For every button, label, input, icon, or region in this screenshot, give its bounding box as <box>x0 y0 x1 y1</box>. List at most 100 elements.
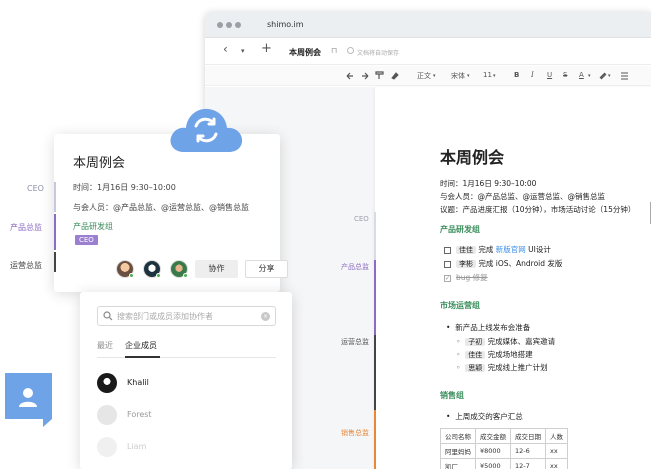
role-bar <box>374 212 376 260</box>
sub-bullet-item: ◦ 子初 完成媒体、嘉宾邀请 <box>456 337 556 346</box>
sub-bullet-item: ◦ 佳佳 完成场地搭建 <box>456 350 533 359</box>
cloud-sync-icon <box>170 108 243 152</box>
sales-table[interactable]: 公司名称 成交金额 成交日期 人数 阿里妈妈 ¥8000 12-6 xx 凯厂 ¥5000 12… <box>440 428 568 469</box>
checkbox-checked[interactable]: ✓ <box>444 274 451 282</box>
font-family-select[interactable]: 宋体 <box>451 71 465 81</box>
outer-role-label-ops: 运营总监 <box>10 261 42 270</box>
avatar <box>97 373 117 393</box>
chevron-down-icon: ▾ <box>608 73 611 79</box>
task-item: 李彬 完成 iOS、Android 发版 <box>444 258 562 269</box>
text-color-button[interactable]: A <box>579 71 584 79</box>
window-minimize-dot[interactable] <box>226 22 232 28</box>
window-close-dot[interactable] <box>217 22 223 28</box>
bullet-item: • 新产品上线发布会准备 <box>446 323 531 332</box>
contact-icon <box>5 373 52 427</box>
member-name[interactable]: Khalil <box>127 378 149 387</box>
task-item: 佳佳 完成 新版官网 UI设计 <box>444 244 551 255</box>
task-item-done: ✓ bug 修复 <box>444 273 488 282</box>
underline-button[interactable]: U <box>547 71 552 79</box>
sub-bullet-item: ◦ 思颖 完成线上推广计划 <box>456 363 548 372</box>
clear-format-icon[interactable] <box>390 71 399 80</box>
tab-recent[interactable]: 最近 <box>97 340 113 351</box>
avatar <box>97 405 117 425</box>
online-indicator <box>183 273 188 278</box>
italic-button[interactable]: I <box>531 71 534 79</box>
mention-tag[interactable]: 佳佳 <box>456 246 476 254</box>
format-toolbar: 正文 ▾ 宋体 ▾ 11 ▾ B I U S A ▾ ▾ <box>205 66 651 86</box>
doc-time: 时间：1月16日 9:30–10:00 <box>440 179 537 188</box>
card-bar <box>54 214 56 250</box>
stage: shimo.im ‹ ▾ + 本周例会 ⊓ 文档将自动保存 正文 ▾ 宋体 ▾ … <box>0 0 651 469</box>
search-input[interactable]: 搜索部门或成员添加协作者 × <box>97 306 276 326</box>
online-indicator <box>129 273 134 278</box>
role-label-sales: 销售总监 <box>341 429 369 437</box>
browser-titlebar: shimo.im <box>205 12 651 38</box>
format-painter-icon[interactable] <box>375 71 384 80</box>
bookmark-icon[interactable]: ⊓ <box>331 46 337 55</box>
back-icon[interactable]: ‹ <box>223 42 228 56</box>
checkbox[interactable] <box>444 246 451 254</box>
role-bar <box>374 410 376 469</box>
section-heading-sales: 销售组 <box>440 391 464 400</box>
mention-tag[interactable]: 佳佳 <box>465 351 486 359</box>
clear-icon[interactable]: × <box>261 312 270 321</box>
mention-tag[interactable]: 李彬 <box>456 260 476 268</box>
member-name[interactable]: Liam <box>127 442 146 451</box>
card-title: 本周例会 <box>73 156 126 171</box>
role-bar <box>374 335 376 410</box>
strikethrough-button[interactable]: S <box>563 71 567 79</box>
avatar <box>97 437 117 457</box>
collaborator-dropdown: 搜索部门或成员添加协作者 × 最近 企业成员 Khalil Forest Lia… <box>80 292 292 469</box>
bullet-item: • 上周成交的客户汇总 <box>446 412 523 421</box>
chevron-down-icon: ▾ <box>467 73 470 79</box>
card-attendees: 与会人员：@产品总监、@运营总监、@销售总监 <box>73 203 249 212</box>
card-bar <box>54 182 56 212</box>
add-icon[interactable]: + <box>261 41 272 56</box>
list-icon[interactable] <box>620 71 629 80</box>
font-size-select[interactable]: 11 <box>483 71 492 79</box>
table-row: 凯厂 ¥5000 12-7 xx <box>440 458 568 469</box>
search-placeholder: 搜索部门或成员添加协作者 <box>117 312 213 321</box>
share-button[interactable]: 分享 <box>245 260 288 278</box>
chevron-down-icon: ▾ <box>493 73 496 79</box>
card-time: 时间：1月16日 9:30–10:00 <box>73 183 176 192</box>
outer-role-label-ceo: CEO <box>27 184 44 193</box>
table-row: 阿里妈妈 ¥8000 12-6 xx <box>440 443 568 459</box>
address-bar[interactable]: shimo.im <box>267 20 304 29</box>
chevron-down-icon: ▾ <box>588 73 591 79</box>
collaborate-button[interactable]: 协作 <box>195 260 238 278</box>
mention-tag[interactable]: 子初 <box>465 338 486 346</box>
doc-title-tab[interactable]: 本周例会 <box>289 47 321 58</box>
highlight-icon[interactable] <box>598 71 607 80</box>
section-heading-market: 市场运营组 <box>440 301 480 310</box>
doc-link[interactable]: 新版官网 <box>496 245 526 254</box>
undo-icon[interactable] <box>345 71 355 80</box>
saved-check-icon <box>347 47 354 54</box>
search-icon <box>103 311 113 321</box>
doc-heading: 本周例会 <box>440 148 505 167</box>
tab-indicator <box>125 356 160 358</box>
section-heading-product: 产品研发组 <box>440 225 480 234</box>
role-label-ops: 运营总监 <box>341 338 369 346</box>
chevron-down-icon: ▾ <box>433 73 436 79</box>
tab-members[interactable]: 企业成员 <box>125 340 157 351</box>
member-name[interactable]: Forest <box>127 410 152 419</box>
redo-icon[interactable] <box>360 71 370 80</box>
checkbox[interactable] <box>444 260 451 268</box>
document-header: ‹ ▾ + 本周例会 ⊓ 文档将自动保存 <box>205 39 651 65</box>
outer-role-label-product: 产品总监 <box>10 223 42 232</box>
autosave-status: 文档将自动保存 <box>357 50 400 57</box>
meeting-card: 本周例会 时间：1月16日 9:30–10:00 与会人员：@产品总监、@运营总… <box>54 134 288 292</box>
chevron-down-icon[interactable]: ▾ <box>241 47 245 55</box>
card-bar <box>54 252 56 272</box>
paragraph-style-select[interactable]: 正文 <box>417 71 431 81</box>
table-header-row: 公司名称 成交金额 成交日期 人数 <box>440 428 568 444</box>
doc-agenda: 议题：产品进度汇报（10分钟），市场活动讨论（15分钟） <box>440 205 636 214</box>
online-indicator <box>156 273 161 278</box>
mention-tag[interactable]: 思颖 <box>465 364 486 372</box>
tab-divider <box>97 357 276 358</box>
role-label-product: 产品总监 <box>341 263 369 271</box>
window-maximize-dot[interactable] <box>235 22 241 28</box>
role-bar <box>374 260 376 335</box>
bold-button[interactable]: B <box>514 71 519 79</box>
